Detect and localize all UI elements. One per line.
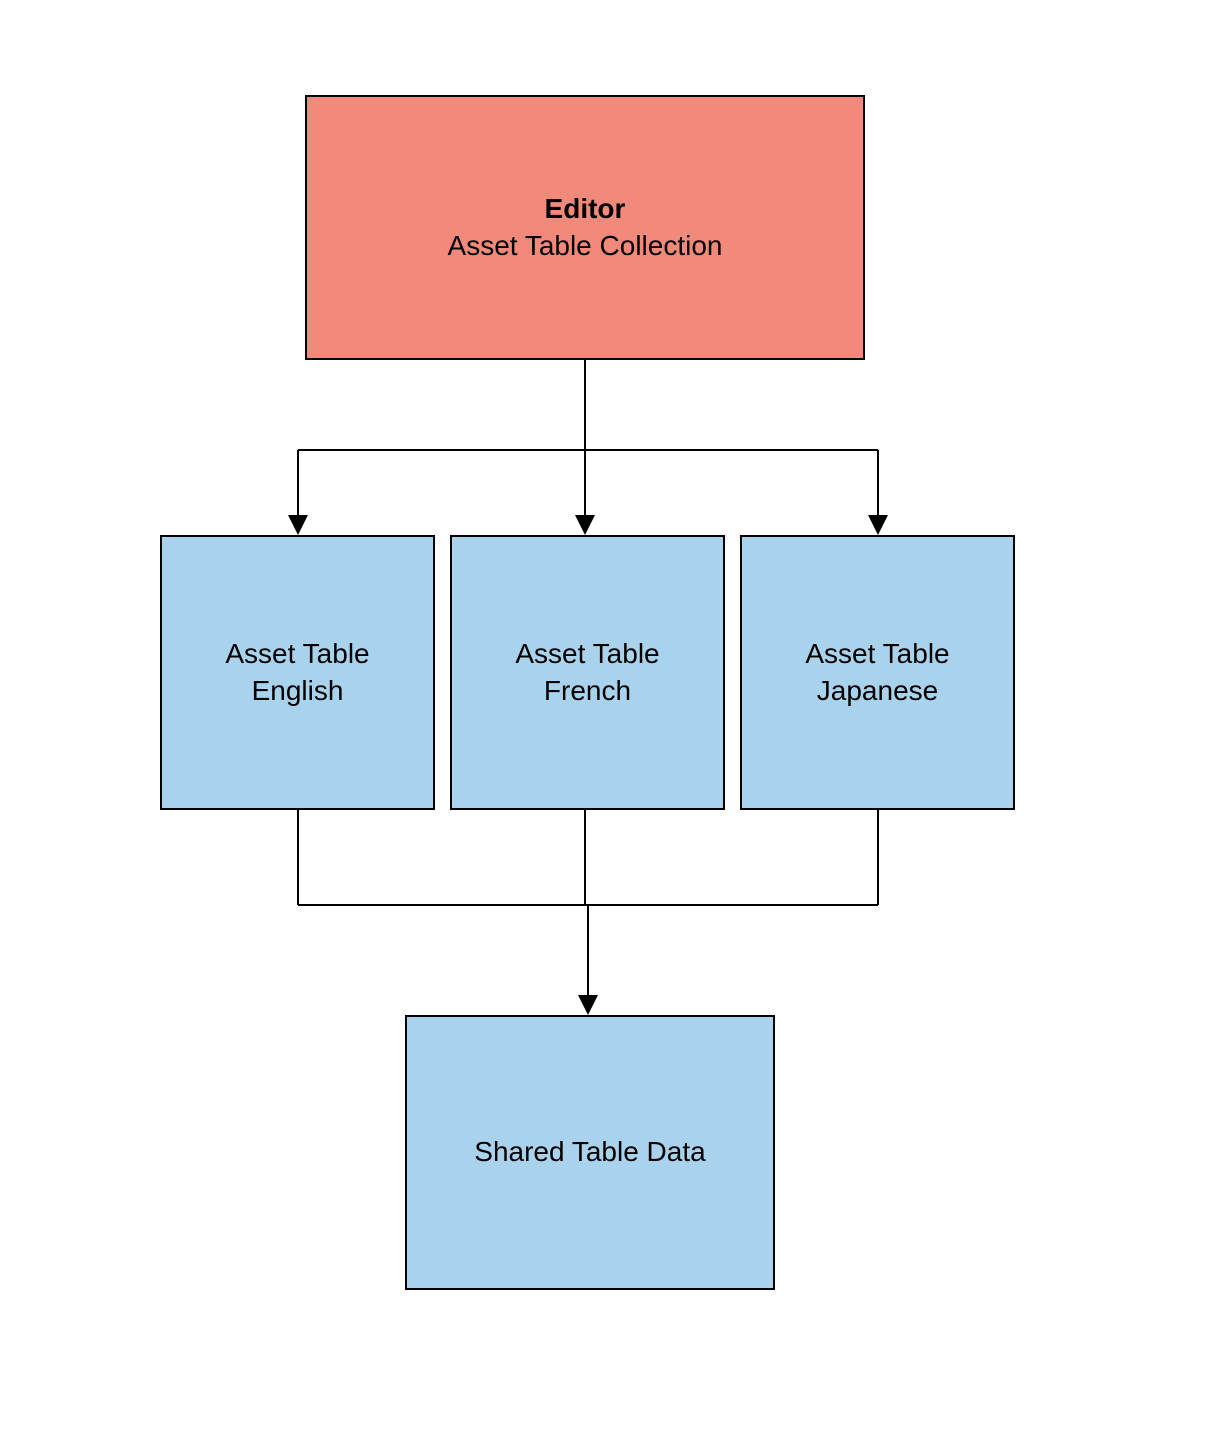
- node-shared-label: Shared Table Data: [474, 1134, 705, 1170]
- node-asset-table-french: Asset Table French: [450, 535, 725, 810]
- node-asset-table-english: Asset Table English: [160, 535, 435, 810]
- node-child0-line2: English: [252, 673, 344, 709]
- node-child1-line1: Asset Table: [515, 636, 659, 672]
- node-editor-root: Editor Asset Table Collection: [305, 95, 865, 360]
- diagram: Editor Asset Table Collection Asset Tabl…: [0, 0, 1223, 1432]
- node-child2-line1: Asset Table: [805, 636, 949, 672]
- node-shared-table-data: Shared Table Data: [405, 1015, 775, 1290]
- node-root-subtitle: Asset Table Collection: [448, 228, 723, 264]
- node-asset-table-japanese: Asset Table Japanese: [740, 535, 1015, 810]
- node-child0-line1: Asset Table: [225, 636, 369, 672]
- node-child2-line2: Japanese: [817, 673, 938, 709]
- node-root-title: Editor: [545, 191, 626, 227]
- node-child1-line2: French: [544, 673, 631, 709]
